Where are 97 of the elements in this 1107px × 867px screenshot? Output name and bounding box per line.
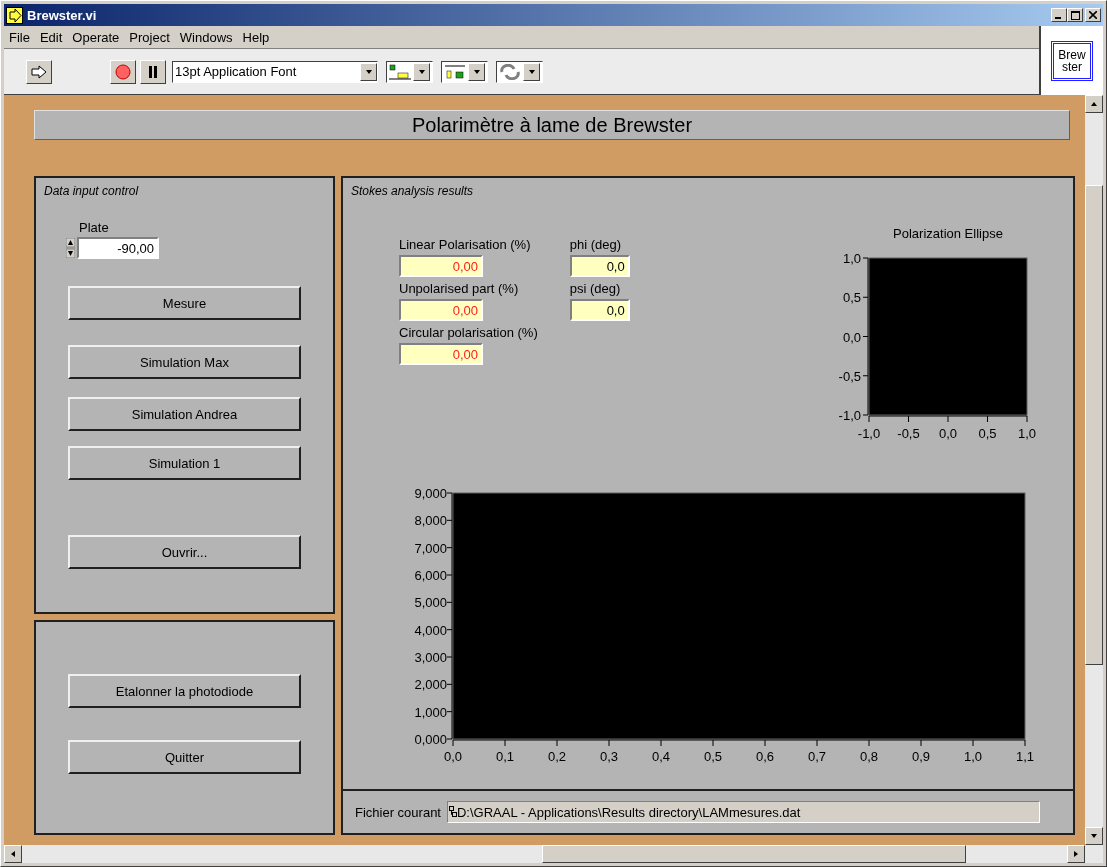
stop-icon <box>115 63 131 80</box>
action-button[interactable]: Etalonner la photodiode <box>68 674 301 708</box>
y-tick-label: 1,0 <box>842 251 861 266</box>
x-tick-label: 1,0 <box>1017 426 1037 441</box>
indicator-label: phi (deg) <box>569 236 622 253</box>
y-tick-label: 4,000 <box>414 622 447 638</box>
abort-button[interactable] <box>110 59 136 84</box>
y-tick-label: -0,5 <box>838 368 861 384</box>
icon-label: Brew <box>1058 48 1086 61</box>
menu-item[interactable]: Operate <box>72 29 120 45</box>
minimize-button[interactable] <box>1051 8 1067 22</box>
right-arrow-icon <box>1072 850 1080 858</box>
x-tick-label: -1,0 <box>857 426 881 441</box>
file-path: D:\GRAAL - Applications\Results directory\LAMmesures.dat <box>457 804 801 820</box>
group-legend: Data input control <box>36 178 139 198</box>
panel-title: Polarimètre à lame de Brewster <box>34 110 1070 140</box>
action-button[interactable]: Simulation Andrea <box>68 397 301 431</box>
run-arrow-icon <box>31 64 47 79</box>
menu-item[interactable]: File <box>9 29 30 45</box>
down-arrow-icon <box>527 67 536 76</box>
reorder-dropdown[interactable] <box>496 60 543 83</box>
action-button[interactable]: Simulation 1 <box>68 446 301 480</box>
down-arrow-icon <box>417 67 426 76</box>
run-button[interactable] <box>26 59 52 84</box>
x-tick-label: 0,9 <box>911 749 931 764</box>
x-tick-label: 0,4 <box>651 749 671 764</box>
x-tick-label: 0,8 <box>859 749 879 764</box>
close-icon <box>1089 11 1097 19</box>
x-tick-label: 0,5 <box>703 749 723 764</box>
spinner-icon[interactable] <box>66 238 75 258</box>
x-tick-label: 0,5 <box>978 426 997 441</box>
x-tick-label: 1,1 <box>1015 749 1035 764</box>
action-button[interactable]: Mesure <box>68 286 301 320</box>
run-arrow-icon <box>6 6 23 24</box>
y-tick-label: 6,000 <box>414 568 447 583</box>
indicator-label: Circular polarisation (%) <box>399 324 538 341</box>
down-arrow-icon <box>472 67 481 76</box>
y-tick-label: 5,000 <box>414 595 447 611</box>
action-button[interactable]: Simulation Max <box>68 345 301 379</box>
action-button[interactable]: Ouvrir... <box>68 535 301 569</box>
maximize-button[interactable] <box>1067 8 1083 22</box>
numeric-indicator: 0,00 <box>399 343 483 365</box>
numeric-indicator: 0,00 <box>399 299 483 321</box>
chart-title: Polarization Ellipse <box>893 226 1003 241</box>
group-legend: Stokes analysis results <box>343 178 474 198</box>
y-tick-label: 2,000 <box>414 677 447 693</box>
path-label: Fichier courant <box>355 804 441 820</box>
reorder-icon <box>499 63 521 80</box>
up-arrow-icon <box>1090 100 1098 108</box>
y-tick-label: 1,000 <box>414 704 447 720</box>
menu-item[interactable]: Edit <box>39 29 63 45</box>
x-tick-label: 0,7 <box>807 749 827 764</box>
indicator-label: Unpolarised part (%) <box>399 280 519 297</box>
menu-item[interactable]: Help <box>242 29 270 45</box>
x-tick-label: 0,0 <box>938 426 958 441</box>
vertical-scrollbar[interactable] <box>1085 95 1103 845</box>
close-button[interactable] <box>1085 8 1101 22</box>
numeric-indicator: 0,00 <box>399 255 483 277</box>
y-tick-label: 0,5 <box>842 290 861 306</box>
x-tick-label: 0,6 <box>755 749 775 764</box>
horizontal-scrollbar[interactable] <box>4 845 1103 863</box>
y-tick-label: 7,000 <box>414 540 447 556</box>
y-tick-label: 9,000 <box>414 486 447 501</box>
indicator-label: psi (deg) <box>569 280 621 297</box>
maximize-icon <box>1070 10 1080 20</box>
y-tick-label: 3,000 <box>414 650 447 665</box>
indicator-label: Linear Polarisation (%) <box>399 236 531 253</box>
down-arrow-icon <box>1090 832 1098 840</box>
pause-button[interactable] <box>140 59 166 84</box>
y-tick-label: 0,000 <box>414 732 447 747</box>
x-tick-label: 0,0 <box>443 749 463 764</box>
action-button[interactable]: Quitter <box>68 740 301 774</box>
pause-icon <box>148 65 158 78</box>
x-tick-label: 0,1 <box>495 749 515 764</box>
menu-item[interactable]: Project <box>129 29 170 45</box>
y-tick-label: 8,000 <box>414 513 447 529</box>
font-dropdown[interactable]: 13pt Application Font <box>172 60 378 83</box>
x-tick-label: 0,3 <box>599 749 619 764</box>
left-arrow-icon <box>9 850 17 858</box>
menu-item[interactable]: Windows <box>179 29 233 45</box>
x-tick-label: 0,2 <box>547 749 567 764</box>
window-title: Brewster.vi <box>27 7 97 23</box>
distribute-icon <box>444 63 466 80</box>
numeric-indicator: 0,0 <box>569 299 630 321</box>
icon-label: ster <box>1062 60 1082 73</box>
y-tick-label: 0,0 <box>842 329 861 345</box>
numeric-indicator: 0,0 <box>569 255 630 277</box>
x-tick-label: 1,0 <box>963 749 983 764</box>
control-label: Plate <box>79 220 109 235</box>
distribute-dropdown[interactable] <box>441 60 488 83</box>
align-dropdown[interactable] <box>386 60 433 83</box>
path-icon <box>449 806 457 818</box>
align-icon <box>389 63 411 80</box>
y-tick-label: -1,0 <box>838 408 861 423</box>
x-tick-label: -0,5 <box>897 426 920 441</box>
numeric-field[interactable]: -90,00 <box>77 237 159 259</box>
down-arrow-icon <box>364 67 373 76</box>
